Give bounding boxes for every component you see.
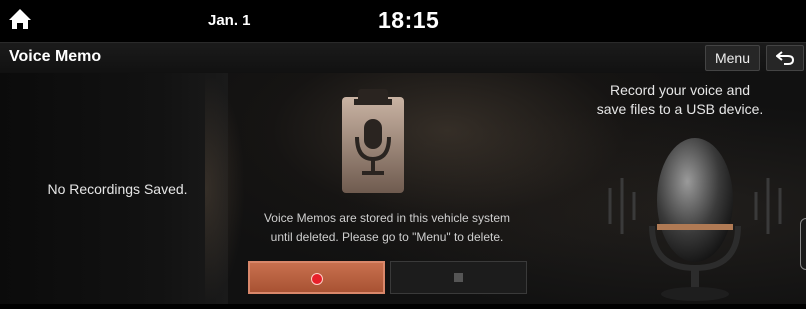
menu-button[interactable]: Menu <box>705 45 760 71</box>
home-icon[interactable] <box>8 8 32 30</box>
voice-memo-description: Record your voice and save files to a US… <box>560 81 800 119</box>
app-header: Voice Memo Menu <box>0 42 806 74</box>
recordings-list-panel: No Recordings Saved. <box>0 73 228 304</box>
panel-divider <box>205 73 245 304</box>
info-line-1: Voice Memos are stored in this vehicle s… <box>263 211 511 225</box>
back-arrow-icon <box>776 51 794 65</box>
main-area: No Recordings Saved. Record your voice a… <box>0 73 806 304</box>
stop-icon <box>454 273 463 282</box>
tagline-line-2: save files to a USB device. <box>596 101 764 117</box>
status-bar: Jan. 1 18:15 <box>0 0 806 40</box>
tagline-line-1: Record your voice and <box>609 82 751 98</box>
empty-recordings-text: No Recordings Saved. <box>47 181 188 197</box>
page-title: Voice Memo <box>9 48 102 65</box>
status-date: Jan. 1 <box>208 12 251 29</box>
info-line-2: until deleted. Please go to "Menu" to de… <box>270 230 504 244</box>
microphone-illustration <box>600 128 790 309</box>
record-button[interactable] <box>248 261 385 294</box>
clipboard-microphone-icon <box>340 87 406 198</box>
storage-info-text: Voice Memos are stored in this vehicle s… <box>228 209 546 247</box>
status-clock: 18:15 <box>378 7 440 33</box>
stop-button[interactable] <box>390 261 527 294</box>
back-button[interactable] <box>766 45 804 71</box>
record-icon <box>311 273 323 285</box>
side-panel-handle[interactable] <box>800 218 806 270</box>
